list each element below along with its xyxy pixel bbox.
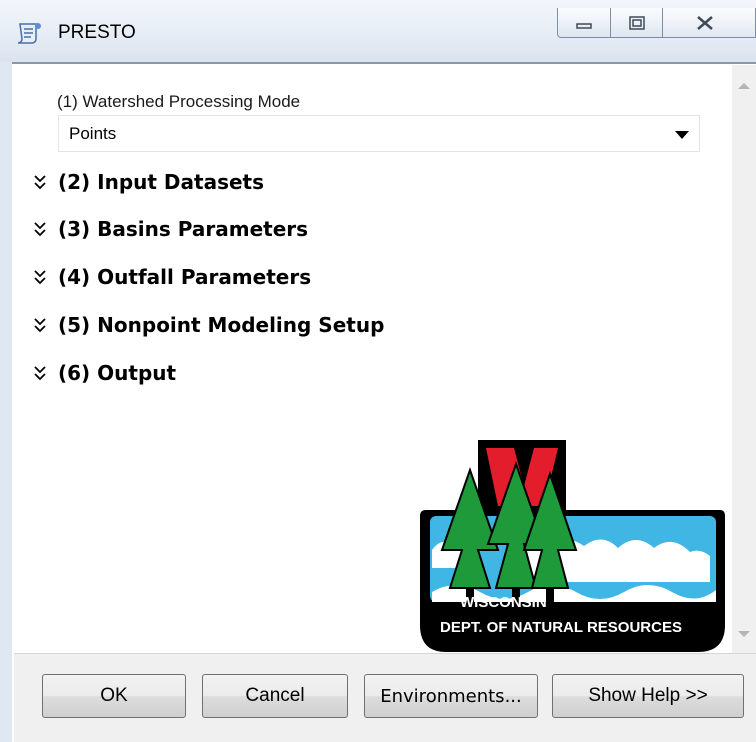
section-outfall-parameters[interactable]: (4) Outfall Parameters <box>32 262 311 292</box>
section-label: (3) Basins Parameters <box>58 217 309 241</box>
logo-text-dept: DEPT. OF NATURAL RESOURCES <box>440 619 682 636</box>
dropdown-arrow-icon <box>675 131 689 139</box>
section-label: (6) Output <box>58 361 177 385</box>
minimize-icon <box>576 22 592 29</box>
divider <box>14 653 756 654</box>
minimize-button[interactable] <box>557 8 611 38</box>
cancel-button[interactable]: Cancel <box>202 674 348 718</box>
close-icon <box>697 15 714 30</box>
double-chevron-down-icon <box>34 270 46 285</box>
section-label: (4) Outfall Parameters <box>58 265 312 289</box>
show-help-button[interactable]: Show Help >> <box>552 674 744 718</box>
double-chevron-down-icon <box>34 366 46 381</box>
scroll-down-icon[interactable] <box>738 631 750 637</box>
maximize-button[interactable] <box>611 8 663 38</box>
close-button[interactable] <box>663 8 756 38</box>
wisconsin-dnr-logo: WISCONSIN DEPT. OF NATURAL RESOURCES <box>420 440 725 652</box>
environments-button[interactable]: Environments... <box>364 674 538 718</box>
processing-mode-select[interactable]: Points <box>58 115 700 152</box>
section-input-datasets[interactable]: (2) Input Datasets <box>32 167 264 197</box>
maximize-icon <box>628 15 645 30</box>
double-chevron-down-icon <box>34 318 46 333</box>
script-tool-icon <box>17 23 41 44</box>
window-title: PRESTO <box>58 22 136 43</box>
divider <box>12 62 756 64</box>
double-chevron-down-icon <box>34 175 46 190</box>
section-nonpoint-modeling-setup[interactable]: (5) Nonpoint Modeling Setup <box>32 310 384 340</box>
title-bar: PRESTO <box>0 0 756 62</box>
section-basins-parameters[interactable]: (3) Basins Parameters <box>32 214 308 244</box>
ok-button[interactable]: OK <box>42 674 186 718</box>
section-label: (5) Nonpoint Modeling Setup <box>58 313 385 337</box>
processing-mode-value: Points <box>69 124 117 143</box>
section-output[interactable]: (6) Output <box>32 358 176 388</box>
scroll-up-icon[interactable] <box>738 83 750 89</box>
mode-label: (1) Watershed Processing Mode <box>57 92 301 111</box>
window-frame <box>0 62 12 742</box>
vertical-scrollbar[interactable] <box>732 65 756 653</box>
logo-text-wisconsin: WISCONSIN <box>460 594 547 611</box>
section-label: (2) Input Datasets <box>58 170 265 194</box>
double-chevron-down-icon <box>34 222 46 237</box>
